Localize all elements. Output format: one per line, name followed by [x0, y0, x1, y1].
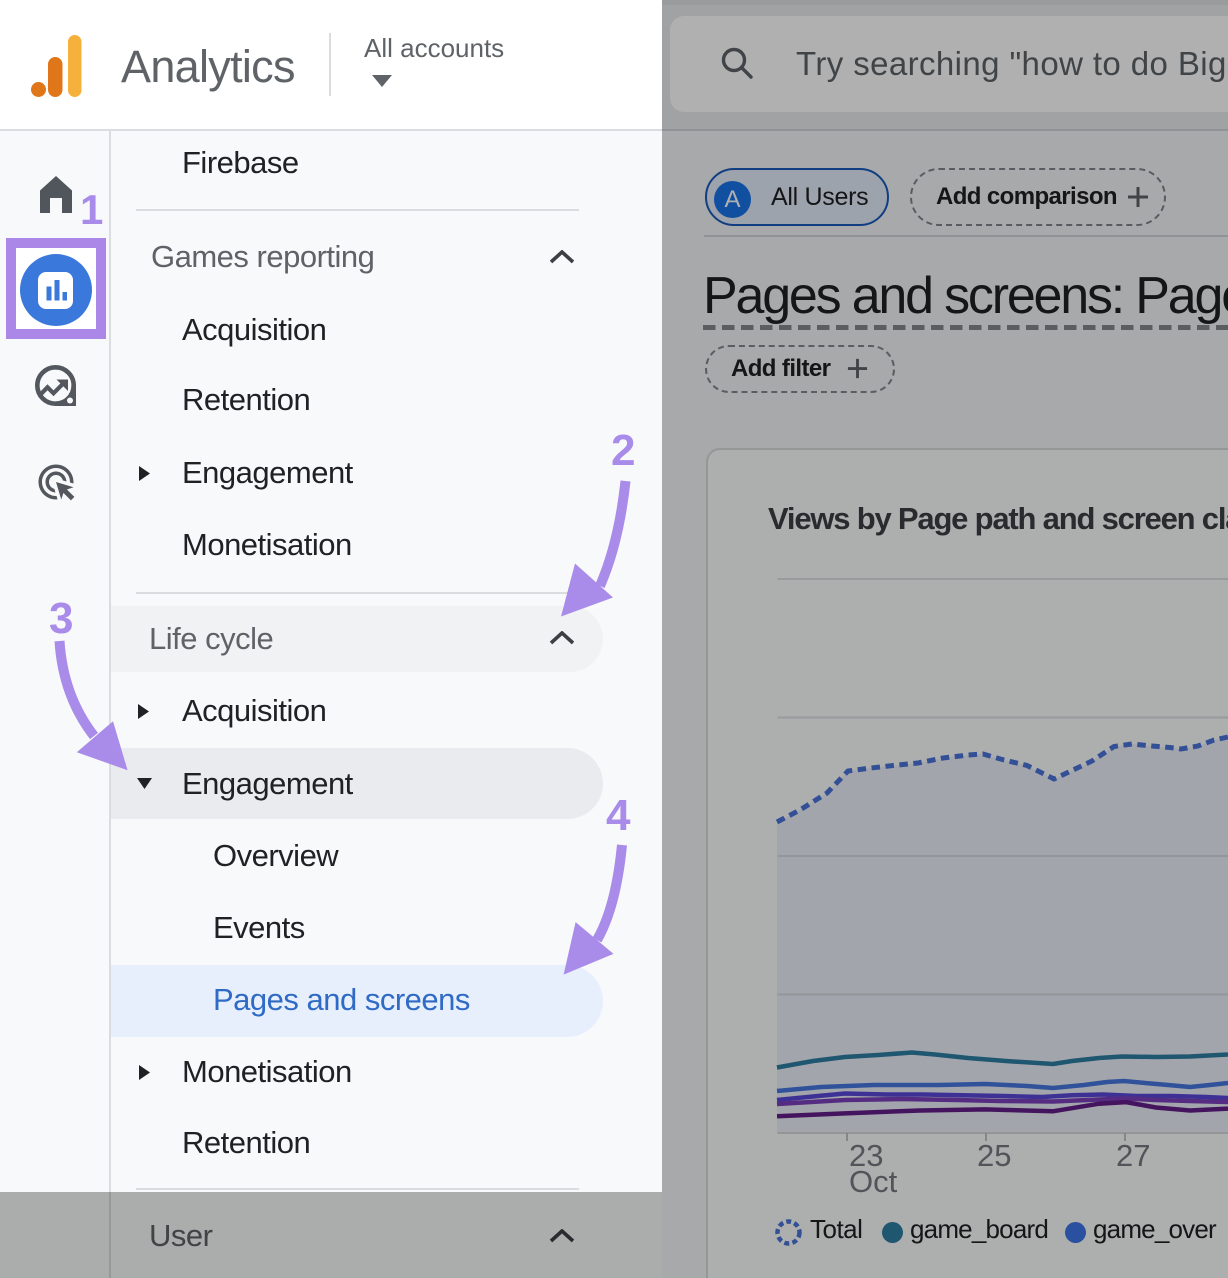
- svg-text:2: 2: [611, 426, 635, 475]
- svg-text:3: 3: [49, 594, 73, 643]
- svg-text:4: 4: [606, 791, 631, 840]
